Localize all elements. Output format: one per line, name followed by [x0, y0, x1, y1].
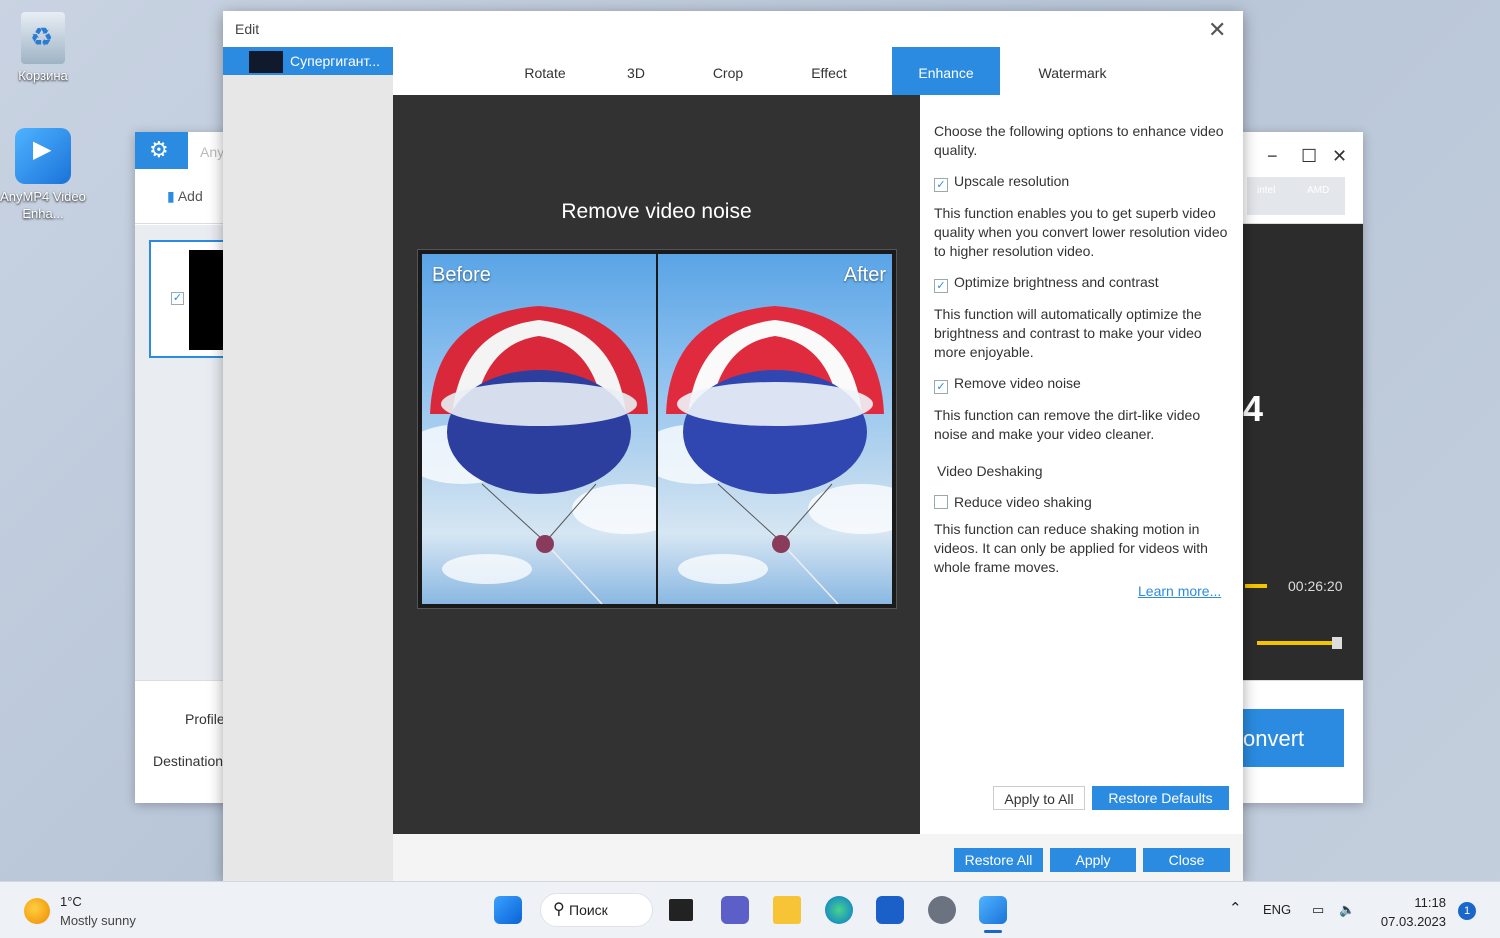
minimize-button[interactable]: −: [1267, 146, 1278, 167]
dialog-close-icon[interactable]: ✕: [1208, 17, 1226, 43]
player-preview-pane: [1243, 224, 1363, 680]
desktop-icon-label: Корзина: [18, 68, 68, 83]
upscale-description: This function enables you to get superb …: [934, 205, 1228, 259]
add-file-button[interactable]: ▮ Add: [167, 188, 203, 205]
close-button[interactable]: Close: [1143, 848, 1230, 872]
deshake-option[interactable]: Reduce video shaking: [934, 494, 1092, 510]
weather-condition[interactable]: Mostly sunny: [60, 913, 136, 928]
task-view-icon[interactable]: [669, 899, 693, 921]
upscale-option[interactable]: ✓ Upscale resolution: [934, 173, 1069, 192]
denoise-label: Remove video noise: [954, 375, 1081, 391]
deshake-description: This function can reduce shaking motion …: [934, 521, 1208, 575]
progress-bar[interactable]: [1245, 584, 1267, 588]
file-name-label: Супергигант...: [290, 53, 381, 69]
tab-crop[interactable]: Crop: [681, 47, 775, 95]
convert-button[interactable]: onvert: [1243, 709, 1344, 767]
enhance-intro: Choose the following options to enhance …: [934, 123, 1224, 158]
sidebar-file-item[interactable]: Супергигант...: [223, 47, 393, 75]
tab-3d[interactable]: 3D: [591, 47, 681, 95]
app-logo-icon: [135, 132, 188, 169]
file-explorer-icon[interactable]: [773, 896, 801, 924]
dialog-title: Edit: [235, 21, 260, 37]
desktop-icon-label: AnyMP4 Video Enha...: [0, 189, 86, 221]
amd-chip-label: AMD: [1307, 185, 1330, 196]
deshake-label: Reduce video shaking: [954, 494, 1092, 510]
add-file-icon: ▮: [167, 188, 175, 204]
settings-gear-icon[interactable]: [928, 896, 956, 924]
tab-enhance[interactable]: Enhance: [892, 47, 1000, 95]
add-file-label: Add: [177, 188, 203, 204]
restore-defaults-button[interactable]: Restore Defaults: [1092, 786, 1229, 810]
apply-to-all-button[interactable]: Apply to All: [993, 786, 1085, 810]
active-app-indicator: [984, 930, 1002, 933]
upscale-label: Upscale resolution: [954, 173, 1070, 189]
tab-effect[interactable]: Effect: [775, 47, 883, 95]
start-menu-icon[interactable]: [494, 896, 522, 924]
deshake-checkbox[interactable]: [934, 495, 948, 509]
language-indicator[interactable]: ENG: [1263, 902, 1291, 917]
edit-tabs: Rotate 3D Crop Effect Enhance Watermark: [393, 47, 1243, 95]
system-clock[interactable]: 11:18 07.03.2023: [1376, 893, 1446, 931]
clock-time: 11:18: [1414, 895, 1446, 910]
tab-watermark[interactable]: Watermark: [1000, 47, 1145, 95]
duration-label: 00:26:20: [1288, 578, 1343, 594]
anymp4-taskbar-icon[interactable]: [979, 896, 1007, 924]
preview-area: Remove video noise Before After: [393, 95, 920, 834]
brightness-option[interactable]: ✓ Optimize brightness and contrast: [934, 274, 1159, 293]
intel-chip-label: intel: [1257, 185, 1276, 196]
anymp4-app-icon: [15, 128, 71, 184]
tab-rotate[interactable]: Rotate: [499, 47, 591, 95]
taskbar: 1°C Mostly sunny Поиск ⌃ ENG ▭ 🔈 11:18 0…: [0, 881, 1500, 938]
preview-title: Remove video noise: [561, 200, 752, 223]
brightness-label: Optimize brightness and contrast: [954, 274, 1159, 290]
app-title: Any: [200, 144, 225, 160]
preview-text: 4: [1243, 388, 1264, 429]
after-label: After: [843, 264, 886, 286]
file-sidebar: [223, 47, 393, 881]
edit-dialog: Edit ✕ Супергигант... Rotate 3D Crop Eff…: [223, 11, 1243, 881]
desktop-recycle-bin[interactable]: Корзина: [0, 12, 88, 83]
volume-slider-handle[interactable]: [1332, 637, 1342, 649]
restore-all-button[interactable]: Restore All: [954, 848, 1043, 872]
close-window-button[interactable]: ✕: [1332, 146, 1347, 167]
parachute-graphic: [430, 306, 648, 604]
weather-temperature[interactable]: 1°C: [60, 894, 82, 909]
destination-label: Destination: [153, 753, 224, 769]
volume-icon[interactable]: 🔈: [1339, 902, 1355, 918]
taskbar-search[interactable]: Поиск: [540, 893, 653, 927]
file-thumbnail-icon: [249, 51, 283, 73]
apply-button[interactable]: Apply: [1050, 848, 1136, 872]
after-image: After: [658, 254, 892, 604]
profile-label: Profile: [185, 711, 225, 727]
desktop-anymp4-shortcut[interactable]: AnyMP4 Video Enha...: [0, 128, 88, 222]
microsoft-store-icon[interactable]: [876, 896, 904, 924]
parachute-graphic: [666, 306, 884, 604]
volume-slider[interactable]: [1257, 641, 1339, 645]
dialog-footer: Restore All Apply Close: [393, 834, 1243, 881]
edge-browser-icon[interactable]: [825, 896, 853, 924]
clock-date: 07.03.2023: [1380, 914, 1446, 929]
recycle-bin-icon: [21, 12, 65, 64]
before-after-frame: Before After: [417, 249, 897, 609]
teams-chat-icon[interactable]: [721, 896, 749, 924]
deshake-heading: Video Deshaking: [937, 463, 1043, 479]
gpu-acceleration-chips: intel AMD: [1247, 177, 1345, 215]
upscale-checkbox[interactable]: ✓: [934, 178, 948, 192]
network-icon[interactable]: ▭: [1312, 902, 1324, 918]
before-image: Before: [422, 254, 656, 604]
denoise-option[interactable]: ✓ Remove video noise: [934, 375, 1081, 394]
video-thumbnail: [189, 250, 225, 350]
brightness-description: This function will automatically optimiz…: [934, 306, 1202, 360]
notification-badge[interactable]: 1: [1458, 902, 1476, 920]
before-label: Before: [432, 264, 491, 286]
chevron-up-icon[interactable]: ⌃: [1229, 899, 1242, 917]
learn-more-link[interactable]: Learn more...: [1138, 583, 1221, 599]
denoise-checkbox[interactable]: ✓: [934, 380, 948, 394]
denoise-description: This function can remove the dirt-like v…: [934, 407, 1201, 442]
file-select-checkbox[interactable]: ✓: [171, 292, 184, 305]
brightness-checkbox[interactable]: ✓: [934, 279, 948, 293]
maximize-button[interactable]: ☐: [1301, 146, 1317, 167]
weather-sun-icon[interactable]: [24, 898, 50, 924]
enhance-options-pane: Choose the following options to enhance …: [920, 95, 1243, 834]
